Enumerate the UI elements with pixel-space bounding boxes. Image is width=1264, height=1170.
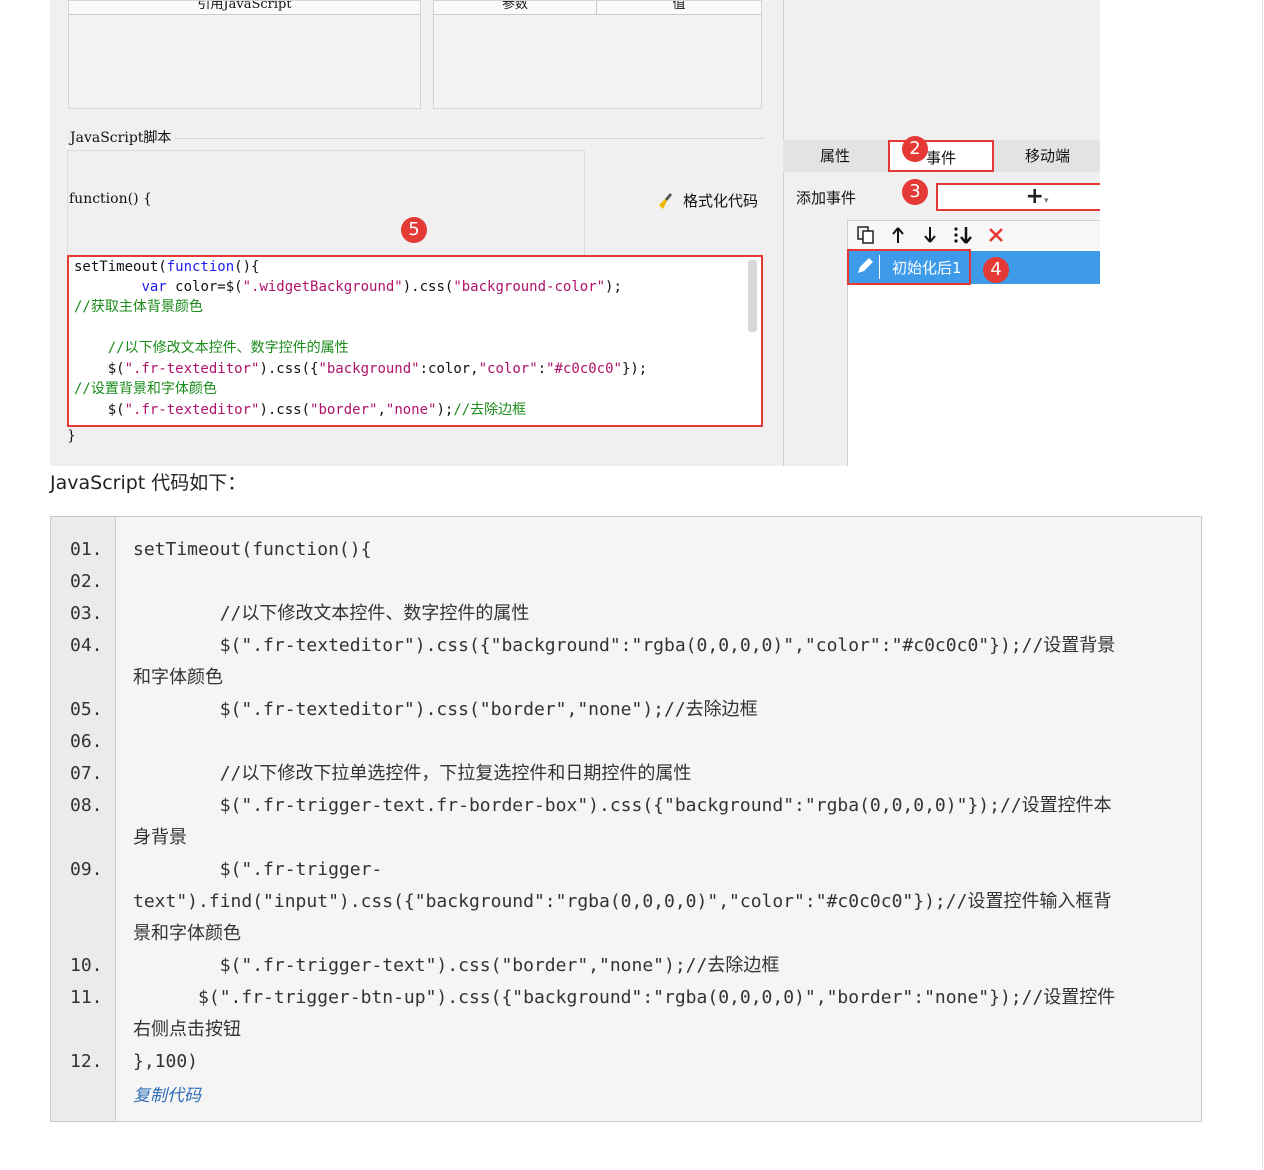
editor-scrollbar[interactable] [748,260,757,332]
code-block: 01. 02. 03. 04. 05. 06. 07. 08. 09. 10. 11. 12. set… [50,516,1202,1122]
line-number: 07. [70,763,103,784]
event-toolbar [848,221,1100,249]
dropdown-arrow-icon: ▾ [1043,196,1049,206]
code-line: 身背景 [133,827,187,848]
step-badge-3: 3 [902,179,928,205]
code-line: setTimeout(function(){ [133,539,372,560]
script-section-label: JavaScript脚本 [70,129,175,147]
code-line: 和字体颜色 [133,667,223,688]
delete-icon[interactable] [986,225,1006,245]
code-line: $(".fr-trigger-text.fr-border-box").css(… [133,795,1112,816]
code-line: $(".fr-trigger-btn-up").css({"background… [133,987,1116,1008]
code-caption: JavaScript 代码如下： [50,472,247,494]
move-down-icon[interactable] [920,225,940,245]
value-column-header: 值 [672,1,686,12]
editor-line-6: $(".fr-texteditor").css({"background":co… [74,361,648,377]
function-close: } [67,428,76,444]
ref-js-header: 引用JavaScript [69,1,420,15]
move-bottom-icon[interactable] [952,225,974,245]
code-line: },100) [133,1051,199,1072]
line-number: 05. [70,699,103,720]
format-code-button[interactable]: 格式化代码 [657,190,758,211]
code-line: $(".fr-texteditor").css("border","none")… [133,699,758,720]
param-column-header: 参数 [434,1,597,14]
designer-screenshot: 引用JavaScript 参数 值 JavaScript脚本 function(… [50,0,1100,466]
code-line: //以下修改文本控件、数字控件的属性 [133,603,530,624]
line-number: 10. [70,955,103,976]
code-line: text").find("input").css({"background":"… [133,891,1112,912]
tab-properties[interactable]: 属性 [783,140,887,172]
editor-line-1: setTimeout(function(){ [74,259,260,275]
format-code-label: 格式化代码 [683,192,759,210]
event-item-label: 初始化后1 [892,259,962,277]
line-number: 02. [70,571,103,592]
params-table-header: 参数 值 [434,1,761,15]
line-number: 09. [70,859,103,880]
code-line: 右侧点击按钮 [133,1019,241,1040]
right-panel: 属性 事件 移动端 2 添加事件 3 +▾ 初始化后1 4 [783,0,1100,466]
function-open: function() { [69,191,152,207]
tab-mobile[interactable]: 移动端 [995,140,1100,172]
copy-code-link[interactable]: 复制代码 [133,1083,201,1109]
page-edge-line [1262,0,1263,1170]
pencil-icon [855,256,875,276]
line-number: 04. [70,635,103,656]
panel-divider [783,0,784,466]
plus-icon: + [1025,184,1044,209]
line-number: 12. [70,1051,103,1072]
code-line: 景和字体颜色 [133,923,241,944]
code-line: $(".fr-texteditor").css({"background":"r… [133,635,1116,656]
script-editor[interactable]: setTimeout(function(){ var color=$(".wid… [67,255,763,427]
broom-icon [657,191,677,211]
code-line: $(".fr-trigger-text").css("border","none… [133,955,780,976]
ref-js-list: 引用JavaScript [68,0,421,109]
line-number: 11. [70,987,103,1008]
add-event-button[interactable]: +▾ [936,183,1100,211]
line-number: 06. [70,731,103,752]
add-event-label: 添加事件 [796,189,857,207]
editor-line-8: $(".fr-texteditor").css("border","none")… [74,402,527,418]
copy-icon[interactable] [856,225,876,245]
line-number: 08. [70,795,103,816]
editor-line-3: //获取主体背景颜色 [74,299,203,315]
move-up-icon[interactable] [888,225,908,245]
line-number: 03. [70,603,103,624]
code-line: //以下修改下拉单选控件，下拉复选控件和日期控件的属性 [133,763,692,784]
editor-line-7: //设置背景和字体颜色 [74,381,217,397]
editor-line-5: //以下修改文本控件、数字控件的属性 [74,340,349,356]
step-badge-4: 4 [983,257,1009,283]
item-separator [879,255,880,279]
code-line: $(".fr-trigger- [133,859,383,880]
line-number: 01. [70,539,103,560]
step-badge-2: 2 [902,136,928,162]
params-table: 参数 值 [433,0,762,109]
editor-line-2: var color=$(".widgetBackground").css("ba… [141,279,622,295]
step-badge-5: 5 [401,217,427,243]
